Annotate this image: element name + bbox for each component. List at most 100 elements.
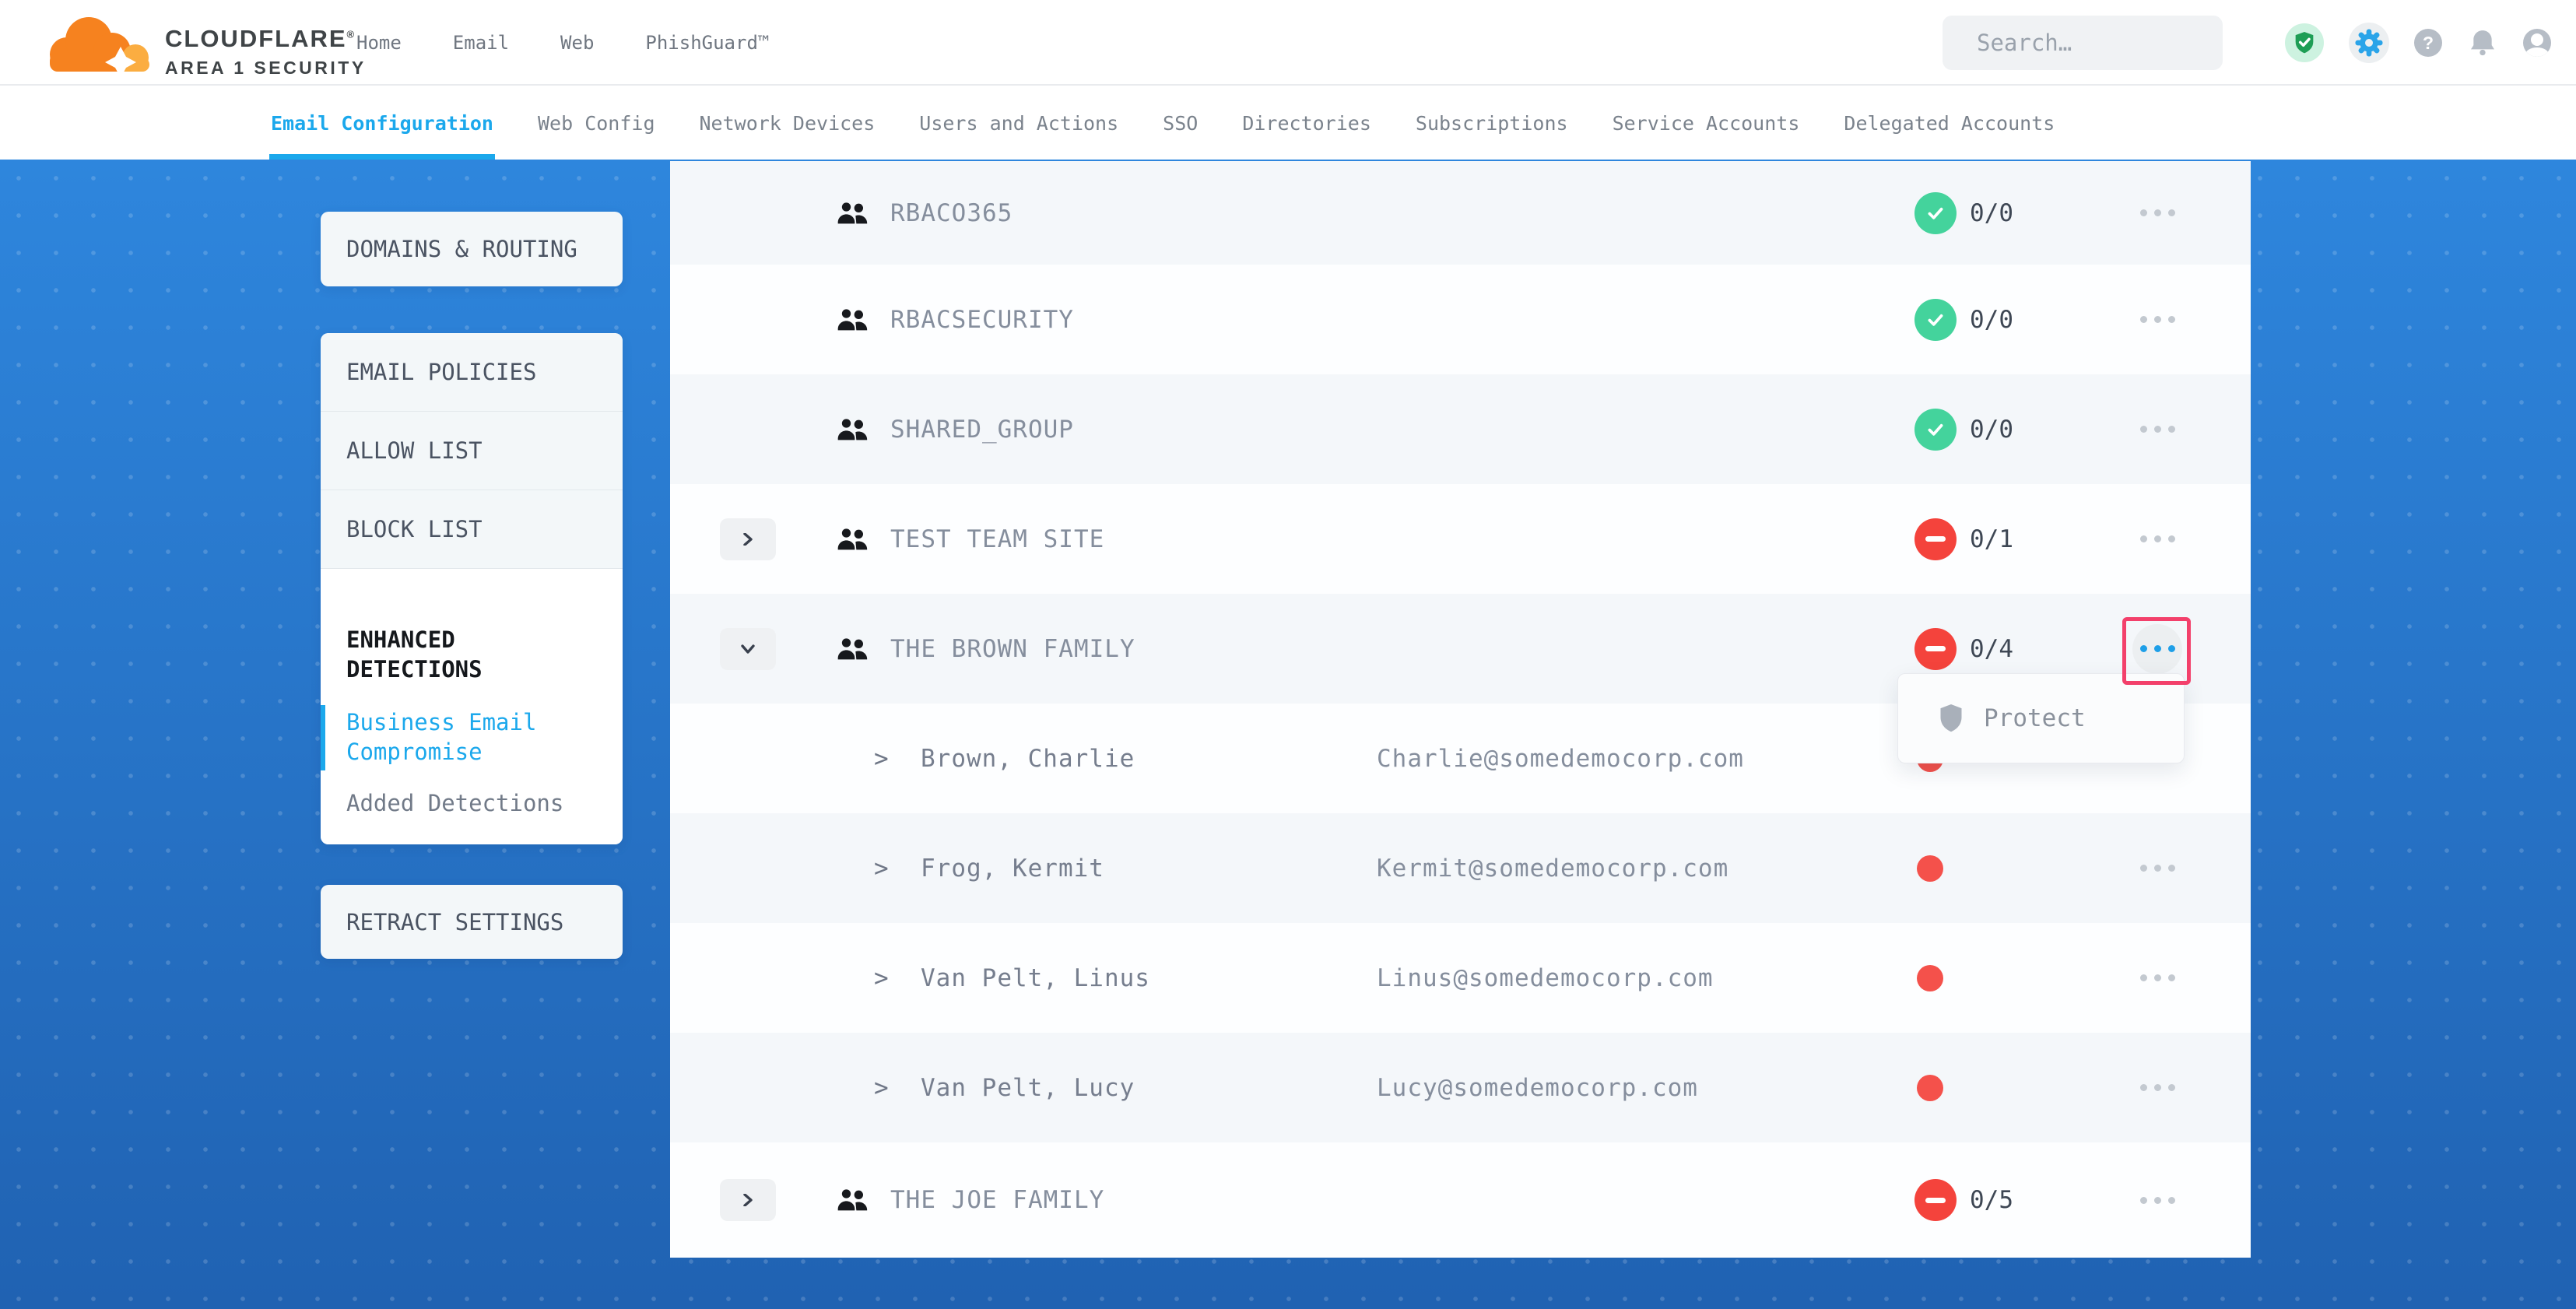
sidebar-item-domains-routing[interactable]: DOMAINS & ROUTING (321, 212, 623, 286)
brand-subtitle: AREA 1 SECURITY (165, 58, 367, 79)
header-icon-cluster: ? (2285, 0, 2551, 86)
row-menu-button[interactable] (2132, 514, 2182, 564)
section-tabbar: Email Configuration Web Config Network Dev… (0, 87, 2576, 160)
user-email: Kermit@somedemocorp.com (1377, 855, 1728, 883)
ellipsis-dot (2154, 1197, 2161, 1204)
nav-item-email[interactable]: Email (453, 32, 509, 54)
nav-item-web[interactable]: Web (560, 32, 594, 54)
group-row: RBACSECURITY0/0 (670, 265, 2251, 374)
sidebar-label: RETRACT SETTINGS (346, 909, 563, 935)
enhanced-detections-title: ENHANCED DETECTIONS (346, 625, 591, 684)
status-protected-badge (1914, 192, 1957, 234)
sidebar-item-business-email-compromise[interactable]: Business Email Compromise (346, 707, 591, 767)
search-input[interactable] (1977, 30, 2264, 56)
row-menu-button[interactable] (2132, 1063, 2182, 1113)
group-people-icon (837, 201, 868, 226)
tab-users-and-actions[interactable]: Users and Actions (919, 87, 1118, 160)
tab-delegated-accounts[interactable]: Delegated Accounts (1844, 87, 2055, 160)
nav-item-phishguard[interactable]: PhishGuard™ (645, 32, 769, 54)
status-unprotected-badge (1914, 1179, 1957, 1221)
sidebar-item-added-detections[interactable]: Added Detections (346, 788, 591, 818)
group-people-icon (837, 1188, 868, 1212)
expand-toggle-button[interactable] (720, 1179, 776, 1221)
group-row: SHARED_GROUP 0/0 (670, 374, 2251, 484)
nav-item-home[interactable]: Home (356, 32, 402, 54)
group-people-icon (837, 417, 868, 442)
tab-service-accounts[interactable]: Service Accounts (1613, 87, 1800, 160)
user-email: Linus@somedemocorp.com (1377, 964, 1714, 992)
check-icon (1925, 419, 1946, 440)
group-row: RBACO3650/0 (670, 161, 2251, 265)
ellipsis-dot (2154, 209, 2161, 216)
group-name: THE BROWN FAMILY (890, 635, 1135, 663)
chevron-right-icon (739, 1194, 757, 1206)
primary-nav: Home Email Web PhishGuard™ (356, 0, 769, 86)
status-unprotected-badge (1914, 518, 1957, 560)
cloudflare-logo[interactable]: CLOUDFLARE® AREA 1 SECURITY (40, 8, 367, 79)
status-unprotected-dot (1917, 855, 1943, 882)
sidebar-item-retract-settings[interactable]: RETRACT SETTINGS (321, 885, 623, 959)
sidebar-item-allow-list[interactable]: ALLOW LIST (321, 412, 623, 490)
menu-item-protect[interactable]: Protect (1984, 704, 2086, 732)
chevron-right-glyph: > (874, 964, 889, 992)
ellipsis-dot (2168, 535, 2175, 542)
user-row: >Van Pelt, LucyLucy@somedemocorp.com (670, 1033, 2251, 1142)
group-name: SHARED_GROUP (890, 416, 1074, 444)
check-icon (1925, 309, 1946, 331)
ellipsis-dot (2154, 974, 2161, 981)
protected-count: 0/5 (1970, 1186, 2013, 1214)
sidebar-policies-card: EMAIL POLICIESALLOW LISTBLOCK LIST ENHAN… (321, 333, 623, 844)
account-avatar-icon[interactable] (2523, 29, 2551, 57)
tab-network-devices[interactable]: Network Devices (700, 87, 876, 160)
row-menu-button[interactable] (2132, 953, 2182, 1003)
user-row: > Van Pelt, Linus Linus@somedemocorp.com (670, 923, 2251, 1033)
row-menu-button[interactable] (2132, 188, 2182, 238)
tab-web-config[interactable]: Web Config (538, 87, 655, 160)
help-icon[interactable]: ? (2414, 29, 2442, 57)
user-name: Van Pelt, Linus (921, 964, 1150, 992)
protected-count: 0/0 (1970, 416, 2013, 444)
sidebar-label: DOMAINS & ROUTING (346, 236, 577, 262)
search-box[interactable] (1943, 16, 2223, 70)
ellipsis-dot (2154, 865, 2161, 872)
user-name: Brown, Charlie (921, 745, 1135, 773)
registered-mark: ® (347, 29, 356, 40)
chevron-right-glyph: > (874, 745, 889, 773)
protected-count: 0/4 (1970, 635, 2013, 663)
row-menu-button[interactable] (2132, 844, 2182, 893)
row-menu-button[interactable] (2132, 295, 2182, 345)
tab-subscriptions[interactable]: Subscriptions (1416, 87, 1568, 160)
ellipsis-dot (2140, 535, 2147, 542)
group-name: RBACSECURITY (890, 306, 1074, 334)
expand-toggle-button[interactable] (720, 628, 776, 670)
security-shield-check-icon[interactable] (2285, 23, 2324, 62)
brand-title: CLOUDFLARE® (165, 25, 367, 53)
tab-sso[interactable]: SSO (1163, 87, 1198, 160)
sidebar-item-block-list[interactable]: BLOCK LIST (321, 490, 623, 569)
minus-icon (1925, 646, 1946, 651)
user-email: Charlie@somedemocorp.com (1377, 745, 1744, 773)
ellipsis-dot (2140, 316, 2147, 323)
row-menu-button[interactable] (2132, 1175, 2182, 1225)
notifications-bell-icon[interactable] (2467, 27, 2498, 58)
group-people-icon (837, 307, 868, 332)
status-unprotected-dot (1917, 965, 1943, 991)
settings-gear-icon[interactable] (2349, 23, 2389, 63)
expand-toggle-button[interactable] (720, 518, 776, 560)
user-name: Van Pelt, Lucy (921, 1074, 1135, 1102)
sidebar-item-email-policies[interactable]: EMAIL POLICIES (321, 333, 623, 412)
chevron-right-glyph: > (874, 855, 889, 883)
tab-email-configuration[interactable]: Email Configuration (271, 87, 493, 160)
row-menu-button[interactable] (2132, 405, 2182, 454)
shield-icon (1937, 703, 1965, 734)
ellipsis-dot (2168, 1197, 2175, 1204)
user-email: Lucy@somedemocorp.com (1377, 1074, 1698, 1102)
tab-directories[interactable]: Directories (1242, 87, 1371, 160)
group-people-icon (837, 527, 868, 552)
app-header: CLOUDFLARE® AREA 1 SECURITY Home Email Web… (0, 0, 2576, 86)
group-name: THE JOE FAMILY (890, 1186, 1104, 1214)
ellipsis-dot (2140, 426, 2147, 433)
cloudflare-cloud-icon (40, 9, 157, 81)
status-protected-badge (1914, 299, 1957, 341)
annotation-highlight-box (2122, 617, 2191, 685)
